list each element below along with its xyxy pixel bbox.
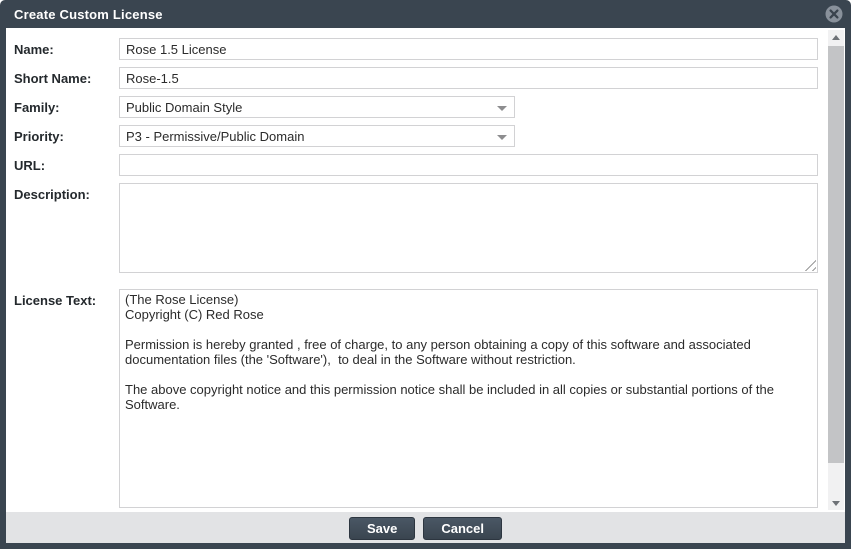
scroll-down-arrow-icon[interactable] (828, 496, 844, 510)
name-field-wrap (119, 38, 818, 60)
cancel-button[interactable]: Cancel (423, 517, 502, 540)
short-name-field-wrap (119, 67, 818, 89)
form-scrollbar[interactable] (828, 30, 844, 510)
chevron-down-icon (497, 106, 507, 111)
description-textarea[interactable] (119, 183, 818, 273)
family-selected-value: Public Domain Style (126, 100, 242, 115)
url-label: URL: (14, 154, 119, 173)
license-text-textarea[interactable]: (The Rose License) Copyright (C) Red Ros… (119, 289, 818, 508)
chevron-down-icon (497, 135, 507, 140)
close-icon[interactable] (825, 5, 843, 23)
family-dropdown[interactable]: Public Domain Style (119, 96, 515, 118)
family-field-wrap: Public Domain Style (119, 96, 818, 118)
field-row-license-text: License Text: (The Rose License) Copyrig… (14, 289, 818, 508)
short-name-input[interactable] (119, 67, 818, 89)
dialog-content: Name: Short Name: Family: Public D (6, 28, 845, 543)
family-label: Family: (14, 96, 119, 115)
dialog-footer: Save Cancel (6, 512, 845, 543)
url-input[interactable] (119, 154, 818, 176)
field-row-url: URL: (14, 154, 818, 176)
save-button[interactable]: Save (349, 517, 415, 540)
close-icon-glyph (825, 5, 843, 23)
form: Name: Short Name: Family: Public D (6, 28, 845, 508)
create-custom-license-dialog: Create Custom License Name: Short Name: (0, 0, 851, 549)
priority-dropdown[interactable]: P3 - Permissive/Public Domain (119, 125, 515, 147)
form-body: Name: Short Name: Family: Public D (6, 28, 845, 512)
license-text-label: License Text: (14, 289, 119, 308)
short-name-label: Short Name: (14, 67, 119, 86)
scrollbar-thumb[interactable] (828, 46, 844, 463)
license-text-field-wrap: (The Rose License) Copyright (C) Red Ros… (119, 289, 818, 508)
dialog-title: Create Custom License (14, 7, 163, 22)
priority-label: Priority: (14, 125, 119, 144)
priority-selected-value: P3 - Permissive/Public Domain (126, 129, 304, 144)
priority-field-wrap: P3 - Permissive/Public Domain (119, 125, 818, 147)
name-label: Name: (14, 38, 119, 57)
url-field-wrap (119, 154, 818, 176)
field-row-description: Description: (14, 183, 818, 273)
description-label: Description: (14, 183, 119, 202)
field-row-name: Name: (14, 38, 818, 60)
field-row-family: Family: Public Domain Style (14, 96, 818, 118)
description-field-wrap (119, 183, 818, 273)
scroll-up-arrow-icon[interactable] (828, 30, 844, 44)
field-row-priority: Priority: P3 - Permissive/Public Domain (14, 125, 818, 147)
name-input[interactable] (119, 38, 818, 60)
dialog-titlebar: Create Custom License (0, 0, 851, 28)
field-row-short-name: Short Name: (14, 67, 818, 89)
